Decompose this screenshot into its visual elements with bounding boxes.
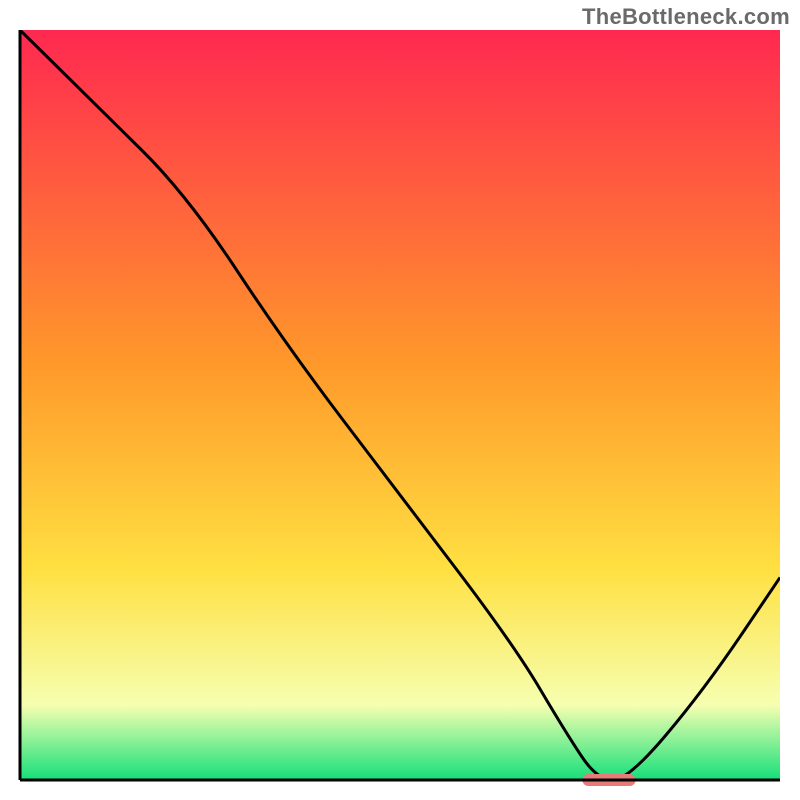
chart-container: TheBottleneck.com [0,0,800,800]
bottleneck-chart [0,0,800,800]
